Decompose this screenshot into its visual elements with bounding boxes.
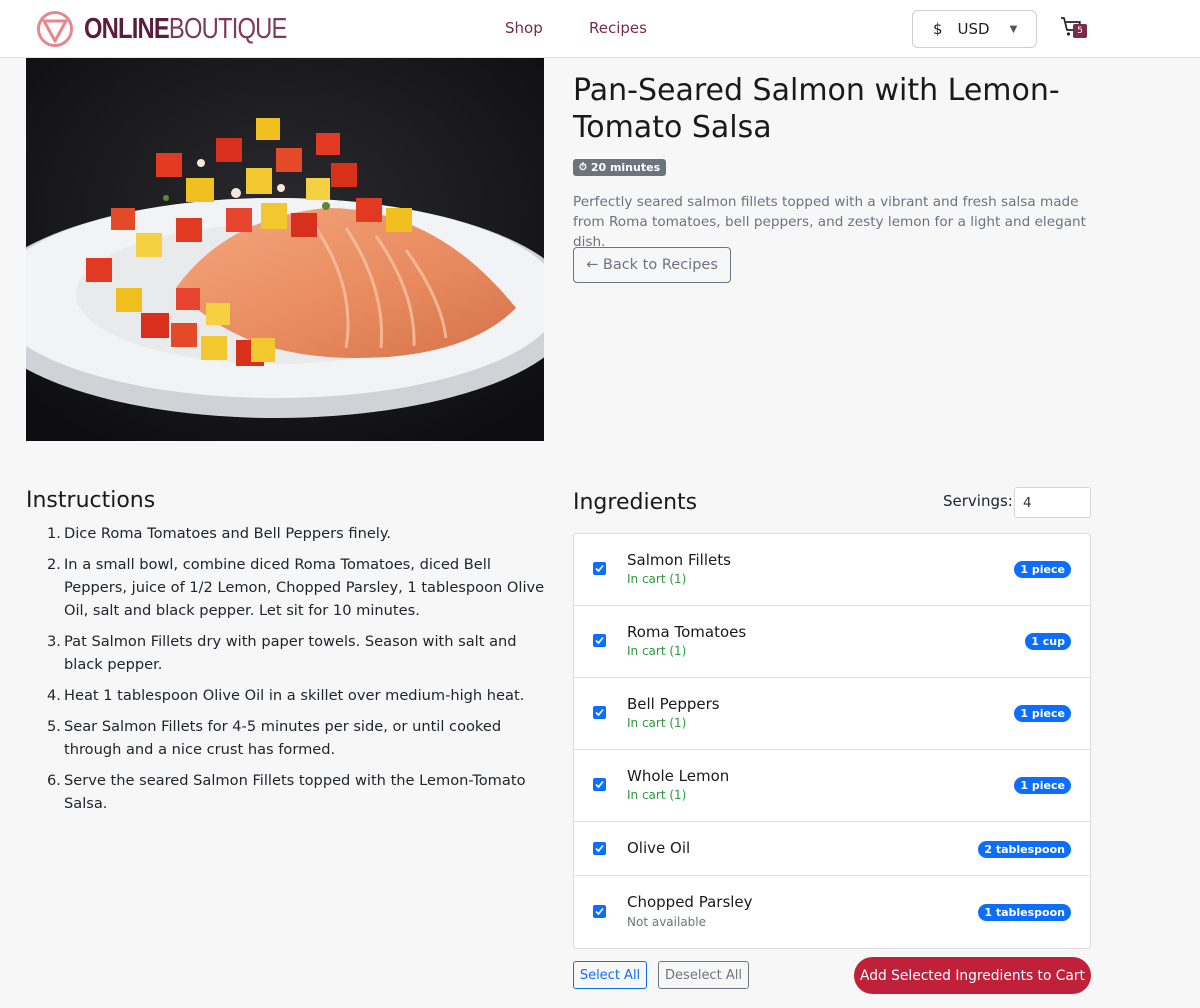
ingredient-name: Roma Tomatoes [627,623,747,641]
ingredient-checkbox[interactable] [593,778,606,791]
cart-button[interactable]: 5 [1060,16,1088,42]
recipe-title: Pan-Seared Salmon with Lemon-Tomato Sals… [573,73,1060,145]
currency-symbol: $ [933,20,943,38]
ingredient-row: Chopped Parsley Not available 1 tablespo… [574,876,1090,948]
ingredient-row: Salmon Fillets In cart (1) 1 piece [574,534,1090,606]
deselect-all-button[interactable]: Deselect All [658,961,749,989]
instruction-step: 1. Dice Roma Tomatoes and Bell Peppers fi… [47,525,392,542]
ingredient-qty-badge: 2 tablespoon [978,841,1071,858]
ingredient-checkbox[interactable] [593,634,606,647]
ingredient-row: Roma Tomatoes In cart (1) 1 cup [574,606,1090,678]
ingredient-row: Olive Oil 2 tablespoon [574,822,1090,876]
ingredient-qty-badge: 1 piece [1014,705,1071,722]
nav-recipes-link[interactable]: Recipes [589,19,647,37]
brand-logo[interactable]: ONLINEBOUTIQUE [36,10,331,48]
logo-icon [37,11,73,47]
back-to-recipes-button[interactable]: ← Back to Recipes [573,247,731,283]
ingredient-row: Whole Lemon In cart (1) 1 piece [574,750,1090,822]
nav-shop-link[interactable]: Shop [505,19,543,37]
instruction-step: 5. Sear Salmon Fillets for 4-5 minutes pe… [47,718,502,758]
ingredient-status: In cart (1) [627,788,687,802]
ingredient-checkbox[interactable] [593,562,606,575]
currency-select[interactable]: $ USD ▼ [912,10,1037,48]
servings-label: Servings: [943,492,1013,510]
ingredient-status: Not available [627,915,707,929]
timer-icon: ⏱ [579,162,587,173]
ingredient-checkbox[interactable] [593,706,606,719]
ingredient-checkbox[interactable] [593,905,606,918]
ingredient-name: Whole Lemon [627,767,730,785]
select-all-button[interactable]: Select All [573,961,647,989]
cook-time-text: 20 minutes [590,161,661,174]
ingredient-checkbox[interactable] [593,842,606,855]
instruction-step: 6. Serve the seared Salmon Fillets topped… [47,772,526,812]
cook-time-badge: ⏱ 20 minutes [573,159,667,176]
top-navbar: ONLINEBOUTIQUE Shop Recipes $ USD ▼ 5 [0,0,1200,58]
ingredient-qty-badge: 1 piece [1014,777,1071,794]
ingredient-name: Bell Peppers [627,695,720,713]
ingredients-heading: Ingredients [573,490,698,515]
instructions-list: 1. Dice Roma Tomatoes and Bell Peppers fi… [26,522,546,823]
ingredient-status: In cart (1) [627,716,687,730]
instruction-step: 3. Pat Salmon Fillets dry with paper towe… [47,633,517,673]
brand-name: ONLINEBOUTIQUE [84,12,287,45]
recipe-image [26,58,544,441]
ingredient-name: Chopped Parsley [627,893,753,911]
servings-input[interactable] [1014,487,1091,518]
instructions-heading: Instructions [26,488,156,513]
chevron-down-icon: ▼ [1009,23,1018,35]
currency-code: USD [957,20,990,38]
cart-count-badge: 5 [1073,24,1087,38]
ingredient-qty-badge: 1 cup [1025,633,1071,650]
add-to-cart-button[interactable]: Add Selected Ingredients to Cart [854,957,1091,994]
ingredient-row: Bell Peppers In cart (1) 1 piece [574,678,1090,750]
ingredient-name: Salmon Fillets [627,551,731,569]
ingredients-list: Salmon Fillets In cart (1) 1 piece Roma … [573,533,1091,949]
recipe-description: Perfectly seared salmon fillets topped w… [573,194,1086,250]
instruction-step: 2. In a small bowl, combine diced Roma To… [47,556,545,619]
ingredient-name: Olive Oil [627,839,691,857]
instruction-step: 4. Heat 1 tablespoon Olive Oil in a skill… [47,687,525,704]
ingredient-status: In cart (1) [627,572,687,586]
ingredient-qty-badge: 1 tablespoon [978,904,1071,921]
ingredient-status: In cart (1) [627,644,687,658]
ingredient-qty-badge: 1 piece [1014,561,1071,578]
